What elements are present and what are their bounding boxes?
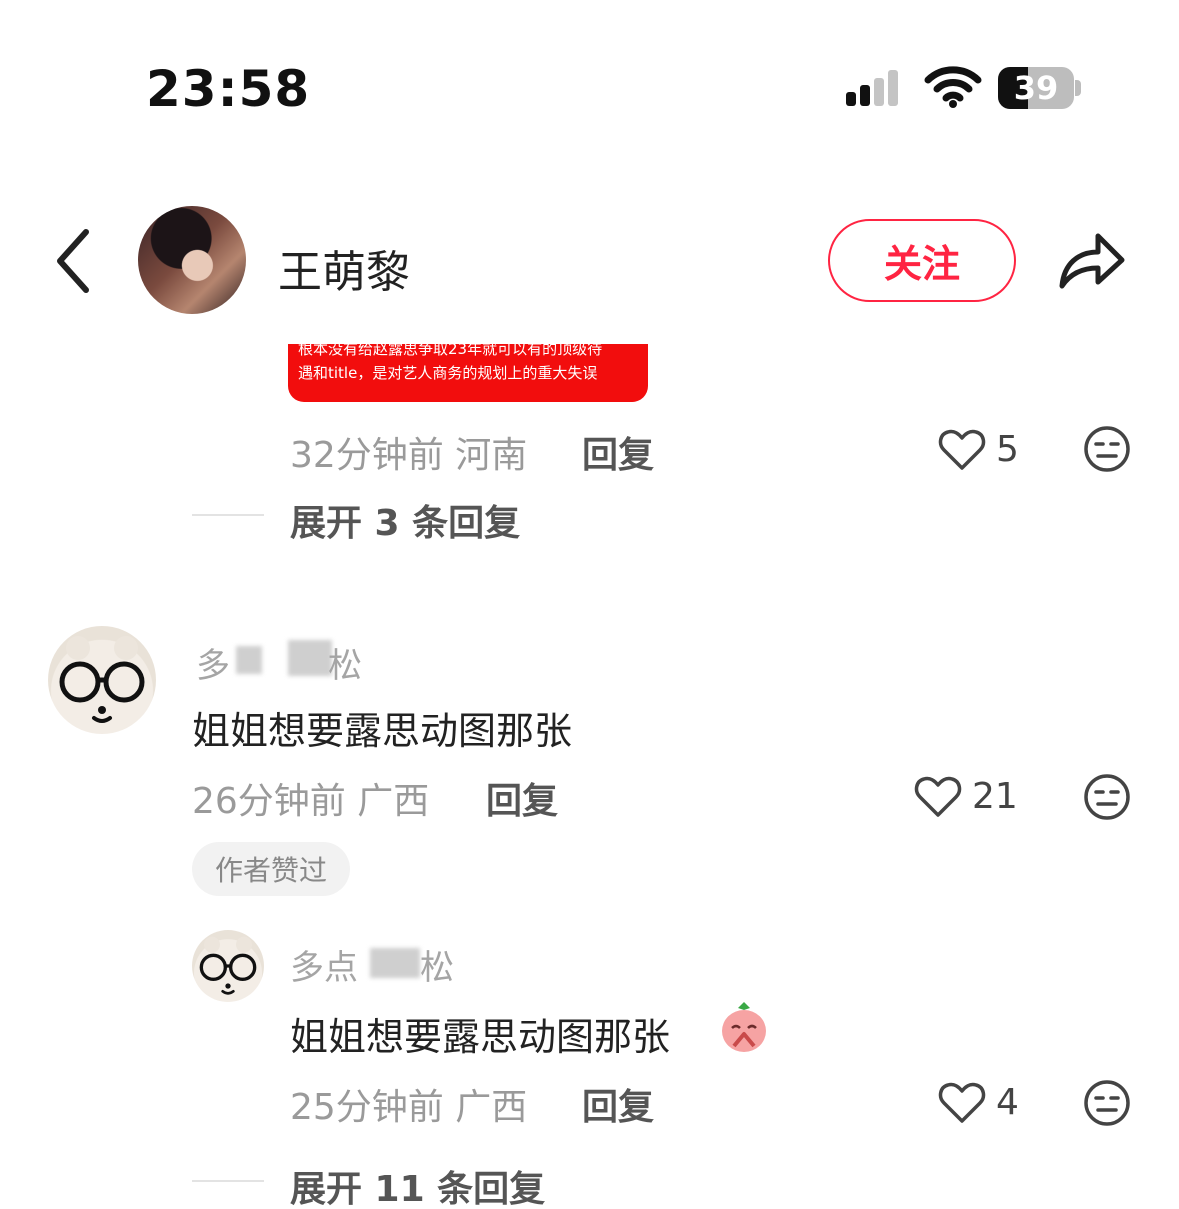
battery-icon: 39 xyxy=(998,67,1074,109)
like-count: 21 xyxy=(972,776,1018,817)
comment-meta-2: 26分钟前 广西 xyxy=(192,772,429,824)
snippet-line-1: 根本没有给赵露思争取23年就可以有的顶级待 xyxy=(298,344,603,358)
expand-replies-button[interactable]: 展开 11 条回复 xyxy=(290,1160,545,1209)
reply-commenter-name-suffix: 松 xyxy=(420,948,454,988)
pray-emoji-icon xyxy=(722,1002,766,1052)
reply-button[interactable]: 回复 xyxy=(486,772,558,824)
battery-tip xyxy=(1075,80,1081,96)
reply-button[interactable]: 回复 xyxy=(582,426,654,478)
author-name[interactable]: 王萌黎 xyxy=(278,236,410,300)
like-count: 5 xyxy=(996,429,1019,470)
comment-meta-1: 32分钟前 河南 xyxy=(290,426,527,478)
comment-location: 河南 xyxy=(455,435,528,476)
neutral-face-icon[interactable] xyxy=(1083,773,1131,821)
author-avatar[interactable] xyxy=(138,206,246,314)
expand-replies-button[interactable]: 展开 3 条回复 xyxy=(290,494,520,546)
name-blur-mask xyxy=(288,640,332,676)
heart-outline-icon[interactable] xyxy=(938,428,986,472)
name-blur-mask xyxy=(236,646,262,674)
reply-commenter-avatar[interactable] xyxy=(192,930,264,1002)
comment-location: 广西 xyxy=(455,1087,528,1128)
comment-meta-3: 25分钟前 广西 xyxy=(290,1078,527,1130)
heart-outline-icon[interactable] xyxy=(938,1081,986,1125)
comment-text[interactable]: 姐姐想要露思动图那张 xyxy=(192,700,572,755)
share-arrow-icon[interactable] xyxy=(1056,228,1128,292)
reply-button[interactable]: 回复 xyxy=(582,1078,654,1130)
name-blur-mask xyxy=(370,948,420,978)
reply-comment-text[interactable]: 姐姐想要露思动图那张 xyxy=(290,1006,670,1061)
neutral-face-icon[interactable] xyxy=(1083,425,1131,473)
snippet-line-2: 遇和title，是对艺人商务的规划上的重大失误 xyxy=(298,364,598,382)
commenter-avatar[interactable] xyxy=(48,626,156,734)
comment-image-snippet[interactable]: 根本没有给赵露思争取23年就可以有的顶级待 遇和title，是对艺人商务的规划上… xyxy=(288,344,648,402)
commenter-name-prefix: 多 xyxy=(196,646,230,686)
follow-button[interactable]: 关注 xyxy=(828,219,1016,302)
comment-location: 广西 xyxy=(357,781,430,822)
status-time: 23:58 xyxy=(146,60,311,118)
comment-time: 25分钟前 xyxy=(290,1087,444,1128)
comment-time: 26分钟前 xyxy=(192,781,346,822)
bear-glasses-avatar-icon xyxy=(199,936,257,995)
commenter-name-suffix: 松 xyxy=(328,646,362,686)
neutral-face-icon[interactable] xyxy=(1083,1079,1131,1127)
expand-divider xyxy=(192,514,264,516)
back-chevron-icon[interactable] xyxy=(52,226,96,296)
cellular-signal-icon xyxy=(846,70,906,106)
battery-level: 39 xyxy=(1013,69,1059,107)
reply-commenter-name-prefix[interactable]: 多点 xyxy=(290,940,358,989)
wifi-icon xyxy=(924,66,982,108)
bear-glasses-avatar-icon xyxy=(59,636,145,723)
commenter-name[interactable]: 多 xyxy=(196,638,230,687)
expand-divider xyxy=(192,1180,264,1182)
author-liked-badge: 作者赞过 xyxy=(192,842,350,896)
like-count: 4 xyxy=(996,1082,1019,1123)
heart-outline-icon[interactable] xyxy=(914,775,962,819)
comment-time: 32分钟前 xyxy=(290,435,444,476)
